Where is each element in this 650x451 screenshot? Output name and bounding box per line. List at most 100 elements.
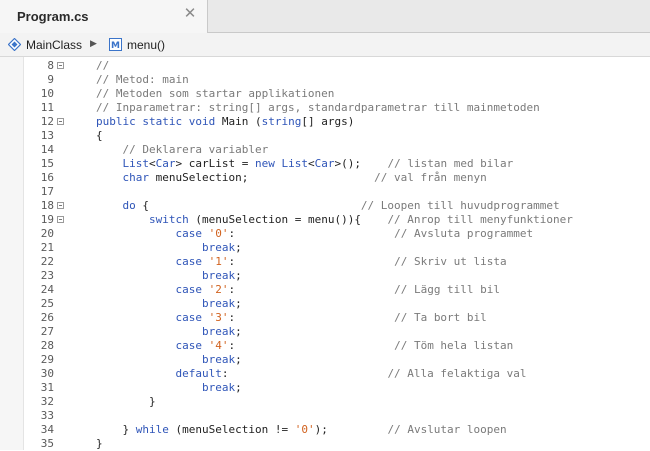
code-token: // Avslutar loopen <box>387 423 507 436</box>
code-line[interactable]: 14 // Deklarera variabler <box>0 143 650 157</box>
code-token: break <box>202 241 236 254</box>
code-line[interactable]: 24 case '2': // Lägg till bil <box>0 283 650 297</box>
code-token: } <box>122 423 136 436</box>
code-text: case '3': // Ta bort bil <box>176 311 487 325</box>
code-token: // Töm hela listan <box>394 339 514 352</box>
code-text: char menuSelection; // val från menyn <box>123 171 487 185</box>
code-token: ; <box>235 269 242 282</box>
code-token: // Inparametrar: string[] args, standard… <box>96 101 540 114</box>
code-text: { <box>96 129 103 143</box>
breadcrumb: MainClass ▶ M menu() <box>0 33 650 57</box>
line-number: 24 <box>40 283 54 296</box>
code-text: } <box>96 437 103 451</box>
close-icon[interactable]: ✕ <box>183 6 197 21</box>
code-token: static <box>142 115 183 128</box>
code-line[interactable]: 21 break; <box>0 241 650 255</box>
code-token: : <box>228 283 395 296</box>
code-token: // listan med bilar <box>387 157 514 170</box>
code-line[interactable]: 25 break; <box>0 297 650 311</box>
code-line[interactable]: 15 List<Car> carList = new List<Car>(); /… <box>0 157 650 171</box>
code-line[interactable]: 29 break; <box>0 353 650 367</box>
code-token: < <box>149 157 156 170</box>
code-token: default <box>175 367 222 380</box>
fold-toggle-icon[interactable] <box>57 216 64 223</box>
line-number: 8 <box>47 59 54 72</box>
code-token: void <box>188 115 216 128</box>
code-line[interactable]: 35} <box>0 437 650 451</box>
fold-toggle-icon[interactable] <box>57 62 64 69</box>
code-line[interactable]: 33 <box>0 409 650 423</box>
code-line[interactable]: 11 // Inparametrar: string[] args, standa… <box>0 101 650 115</box>
code-line[interactable]: 10 // Metoden som startar applikationen <box>0 87 650 101</box>
line-number: 13 <box>40 129 54 142</box>
code-line[interactable]: 27 break; <box>0 325 650 339</box>
code-token: ; <box>235 353 242 366</box>
code-line[interactable]: 18 do { // Loopen till huvudprogrammet <box>0 199 650 213</box>
code-token: // Anrop till menyfunktioner <box>387 213 573 226</box>
code-token: public <box>96 115 136 128</box>
code-line[interactable]: 9 // Metod: main <box>0 73 650 87</box>
code-text: public static void Main (string[] args) <box>96 115 354 129</box>
code-token: >(); <box>334 157 388 170</box>
code-line[interactable]: 20 case '0': // Avsluta programmet <box>0 227 650 241</box>
code-line[interactable]: 28 case '4': // Töm hela listan <box>0 339 650 353</box>
code-line[interactable]: 8 // <box>0 59 650 73</box>
line-number: 19 <box>40 213 54 226</box>
code-line[interactable]: 22 case '1': // Skriv ut lista <box>0 255 650 269</box>
code-token: '4' <box>208 339 229 352</box>
fold-toggle-icon[interactable] <box>57 118 64 125</box>
code-line[interactable]: 30 default: // Alla felaktiga val <box>0 367 650 381</box>
line-number: 26 <box>40 311 54 324</box>
code-token: { <box>96 129 103 142</box>
code-editor[interactable]: 8 // 9 // Metod: main 10 // Metoden som start… <box>0 57 650 450</box>
line-number: 9 <box>47 73 54 86</box>
line-number: 31 <box>40 381 54 394</box>
breadcrumb-class[interactable]: MainClass <box>26 38 82 52</box>
line-number: 32 <box>40 395 54 408</box>
tab-program-cs[interactable]: Program.cs ✕ <box>0 0 208 33</box>
class-icon <box>8 38 21 51</box>
code-text: // Inparametrar: string[] args, standard… <box>96 101 540 115</box>
breadcrumb-method[interactable]: menu() <box>127 38 165 52</box>
code-token: : <box>228 227 395 240</box>
code-token: // Loopen till huvudprogrammet <box>360 199 560 212</box>
code-line[interactable]: 19 switch (menuSelection = menu()){ // An… <box>0 213 650 227</box>
code-token: // Metod: main <box>96 73 189 86</box>
fold-toggle-icon[interactable] <box>57 202 64 209</box>
code-token: string <box>261 115 302 128</box>
code-token: case <box>175 339 203 352</box>
code-token: break <box>202 297 236 310</box>
code-text: break; <box>202 241 242 255</box>
code-token: [] args) <box>301 115 355 128</box>
code-text: break; <box>202 353 242 367</box>
line-number: 17 <box>40 185 54 198</box>
code-line[interactable]: 26 case '3': // Ta bort bil <box>0 311 650 325</box>
code-text: break; <box>202 381 242 395</box>
line-number: 34 <box>40 423 54 436</box>
code-line[interactable]: 31 break; <box>0 381 650 395</box>
code-text: break; <box>202 269 242 283</box>
code-line[interactable]: 16 char menuSelection; // val från menyn <box>0 171 650 185</box>
code-token: ; <box>235 241 242 254</box>
code-token: // Avsluta programmet <box>394 227 534 240</box>
code-token: (menuSelection = menu()){ <box>188 213 388 226</box>
code-line[interactable]: 17 <box>0 185 650 199</box>
code-line[interactable]: 32} <box>0 395 650 409</box>
code-text: case '2': // Lägg till bil <box>176 283 501 297</box>
code-line[interactable]: 34} while (menuSelection != '0'); // Avs… <box>0 423 650 437</box>
code-line[interactable]: 12 public static void Main (string[] args… <box>0 115 650 129</box>
line-number: 27 <box>40 325 54 338</box>
code-token: '1' <box>208 255 229 268</box>
code-line[interactable]: 13 { <box>0 129 650 143</box>
code-token: // Alla felaktiga val <box>387 367 527 380</box>
code-token: break <box>202 353 236 366</box>
code-token: break <box>202 269 236 282</box>
code-line[interactable]: 23 break; <box>0 269 650 283</box>
code-text: // Deklarera variabler <box>123 143 269 157</box>
code-token: '0' <box>208 227 229 240</box>
line-number: 15 <box>40 157 54 170</box>
